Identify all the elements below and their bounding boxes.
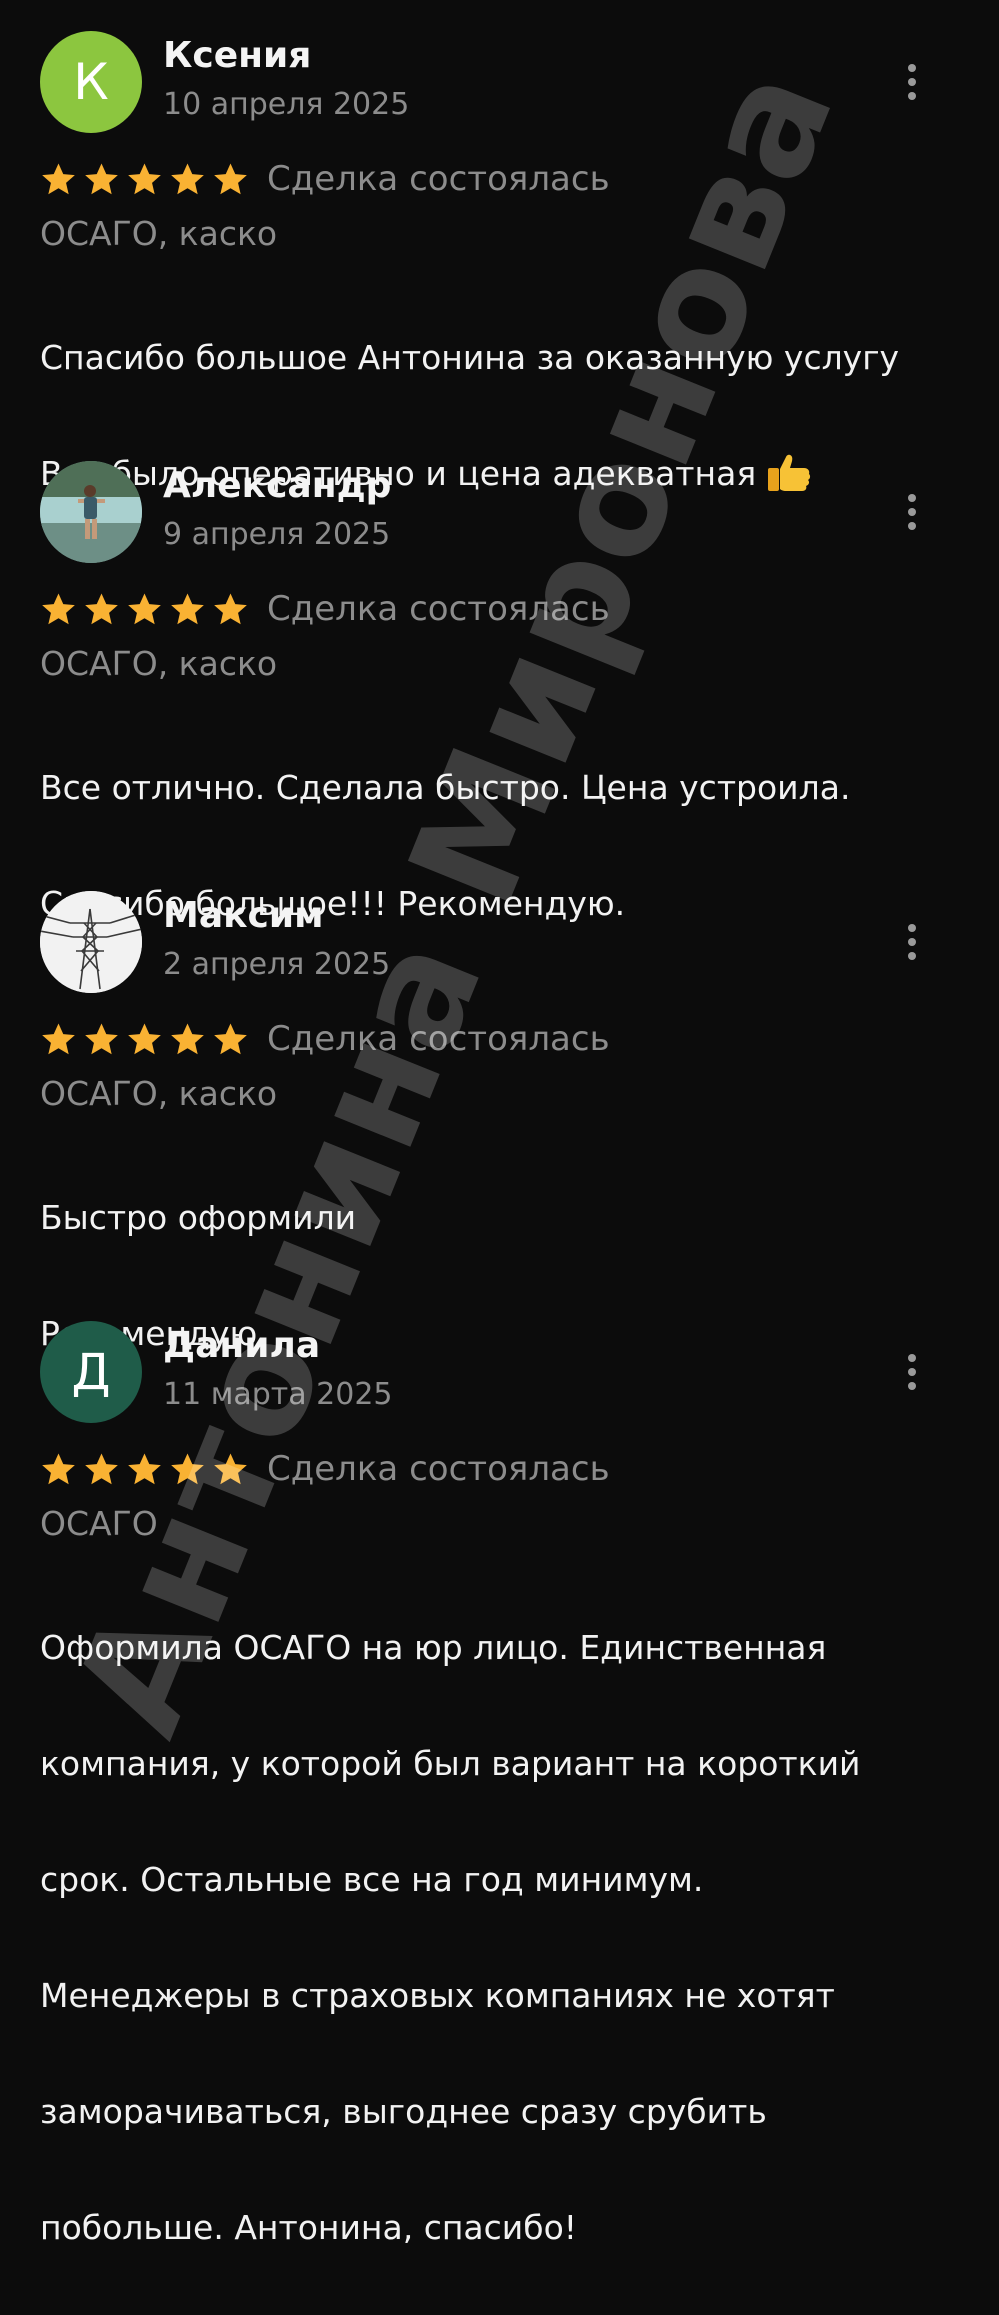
- star-icon: [85, 1452, 118, 1484]
- avatar[interactable]: К: [40, 31, 142, 133]
- review-text-line: компания, у которой был вариант на корот…: [40, 1744, 861, 1783]
- review-card: К Ксения 10 апреля 2025 Сделка состоялас…: [0, 0, 999, 493]
- reviewer-name[interactable]: Александр: [163, 466, 391, 506]
- star-icon: [42, 1452, 75, 1484]
- avatar[interactable]: [40, 891, 142, 993]
- star-icon: [85, 162, 118, 194]
- deal-status: Сделка состоялась: [267, 1449, 610, 1489]
- star-icon: [128, 1452, 161, 1484]
- star-icon: [42, 592, 75, 624]
- star-icon: [171, 1022, 204, 1054]
- deal-status: Сделка состоялась: [267, 589, 610, 629]
- star-icon: [128, 162, 161, 194]
- review-text-line: Все отлично. Сделала быстро. Цена устрои…: [40, 768, 851, 807]
- deal-status: Сделка состоялась: [267, 1019, 610, 1059]
- avatar[interactable]: [40, 461, 142, 563]
- reviewer-name[interactable]: Максим: [163, 896, 324, 936]
- power-tower-photo: [40, 891, 142, 993]
- review-text-line: побольше. Антонина, спасибо!: [40, 2208, 577, 2247]
- review-card: Д Данила 11 марта 2025 Сделка состоялась…: [0, 1290, 999, 2247]
- star-icon: [42, 1022, 75, 1054]
- star-icon: [214, 162, 247, 194]
- review-card: Максим 2 апреля 2025 Сделка состоялась О…: [0, 860, 999, 1353]
- review-text-line: Быстро оформили: [40, 1198, 357, 1237]
- avatar-letter: Д: [71, 1343, 111, 1401]
- service-category: ОСАГО, каско: [40, 644, 278, 683]
- rating-row: Сделка состоялась: [40, 585, 610, 633]
- star-icon: [171, 1452, 204, 1484]
- review-date: 11 марта 2025: [163, 1377, 393, 1412]
- star-icon: [214, 1452, 247, 1484]
- service-category: ОСАГО, каско: [40, 1074, 278, 1113]
- star-icon: [171, 162, 204, 194]
- review-card: Александр 9 апреля 2025 Сделка состоялас…: [0, 430, 999, 923]
- review-date: 2 апреля 2025: [163, 947, 391, 982]
- star-icon: [171, 592, 204, 624]
- more-options-icon[interactable]: [890, 56, 934, 108]
- star-icon: [128, 1022, 161, 1054]
- star-rating: [40, 591, 249, 628]
- star-icon: [85, 592, 118, 624]
- star-icon: [214, 592, 247, 624]
- reviewer-name[interactable]: Данила: [163, 1326, 320, 1366]
- review-text: Оформила ОСАГО на юр лицо. Единственная …: [40, 1561, 970, 2315]
- avatar-letter: К: [73, 53, 109, 111]
- avatar[interactable]: Д: [40, 1321, 142, 1423]
- review-date: 10 апреля 2025: [163, 87, 410, 122]
- review-text-line: Оформила ОСАГО на юр лицо. Единственная: [40, 1628, 827, 1667]
- review-text-line: заморачиваться, выгоднее сразу срубить: [40, 2092, 767, 2131]
- service-category: ОСАГО, каско: [40, 214, 278, 253]
- rating-row: Сделка состоялась: [40, 155, 610, 203]
- more-options-icon[interactable]: [890, 1346, 934, 1398]
- star-icon: [42, 162, 75, 194]
- rating-row: Сделка состоялась: [40, 1015, 610, 1063]
- star-rating: [40, 1451, 249, 1488]
- review-date: 9 апреля 2025: [163, 517, 391, 552]
- review-text-line: Менеджеры в страховых компаниях не хотят: [40, 1976, 835, 2015]
- man-in-river-photo: [40, 461, 142, 563]
- service-category: ОСАГО: [40, 1504, 158, 1543]
- more-options-icon[interactable]: [890, 486, 934, 538]
- more-options-icon[interactable]: [890, 916, 934, 968]
- review-text-line: Спасибо большое Антонина за оказанную ус…: [40, 338, 900, 377]
- rating-row: Сделка состоялась: [40, 1445, 610, 1493]
- deal-status: Сделка состоялась: [267, 159, 610, 199]
- star-icon: [214, 1022, 247, 1054]
- star-rating: [40, 161, 249, 198]
- star-icon: [128, 592, 161, 624]
- review-text-line: срок. Остальные все на год минимум.: [40, 1860, 704, 1899]
- star-icon: [85, 1022, 118, 1054]
- reviewer-name[interactable]: Ксения: [163, 36, 311, 76]
- star-rating: [40, 1021, 249, 1058]
